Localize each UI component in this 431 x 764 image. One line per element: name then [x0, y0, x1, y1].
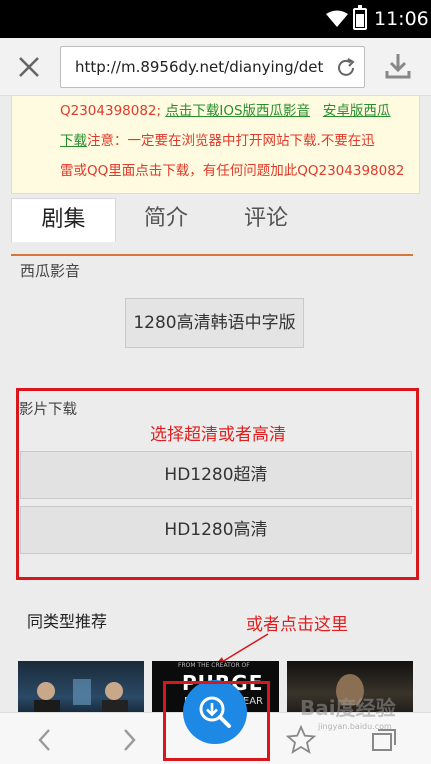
url-field[interactable]: http://m.8956dy.net/dianying/det.	[60, 46, 365, 88]
download-icon[interactable]	[383, 51, 413, 81]
android-link-part2[interactable]: 下载	[60, 133, 87, 149]
tab-intro[interactable]: 简介	[116, 198, 216, 242]
watermark-url: jingyan.baidu.com	[318, 722, 392, 731]
clock: 11:06	[374, 8, 429, 30]
battery-icon	[353, 5, 367, 30]
poster-2-tag: FROM THE CREATOR OF	[178, 662, 250, 669]
notice-qq: Q2304398082;	[60, 103, 166, 119]
tab-underline	[11, 254, 413, 256]
recommend-title: 同类型推荐	[27, 612, 108, 631]
star-icon[interactable]	[286, 725, 316, 755]
annotation-click-here: 或者点击这里	[246, 615, 348, 635]
android-link-part1[interactable]: 安卓版西瓜	[323, 103, 391, 119]
download-label: 影片下载	[19, 402, 77, 418]
tab-episodes[interactable]: 剧集	[11, 198, 116, 242]
version-button[interactable]: 1280高清韩语中字版	[125, 298, 304, 348]
url-text[interactable]: http://m.8956dy.net/dianying/det.	[75, 58, 325, 76]
detail-tabs: 剧集 简介 评论	[11, 198, 413, 242]
wifi-icon	[326, 10, 348, 27]
close-icon[interactable]	[14, 52, 44, 82]
back-icon[interactable]	[34, 727, 56, 753]
watermark-text: Bai度经验	[300, 696, 396, 720]
watermark: Bai度经验	[300, 692, 396, 721]
notice-text: Q2304398082; 点击下载IOS版西瓜影音 安卓版西瓜下载注意：一定要在…	[60, 96, 412, 186]
reload-icon[interactable]	[335, 57, 357, 79]
address-bar: http://m.8956dy.net/dianying/det.	[0, 38, 431, 96]
notice-warning: 注意：一定要在浏览器中打开网站下载.不要在迅	[87, 133, 375, 149]
annotation-choose-quality: 选择超清或者高清	[150, 425, 286, 445]
hd-high-button[interactable]: HD1280高清	[20, 506, 412, 554]
hd-super-button[interactable]: HD1280超清	[20, 451, 412, 499]
source-label: 西瓜影音	[20, 262, 81, 280]
notice-warning-cont: 雷或QQ里面点击下载，有任何问题加此QQ2304398082	[60, 163, 405, 179]
download-notice: Q2304398082; 点击下载IOS版西瓜影音 安卓版西瓜下载注意：一定要在…	[11, 96, 420, 194]
fab-highlight-box	[163, 681, 270, 761]
ios-download-link[interactable]: 点击下载IOS版西瓜影音	[165, 103, 310, 119]
tab-comments[interactable]: 评论	[216, 198, 316, 242]
status-bar: 11:06	[0, 0, 431, 38]
forward-icon[interactable]	[118, 727, 140, 753]
